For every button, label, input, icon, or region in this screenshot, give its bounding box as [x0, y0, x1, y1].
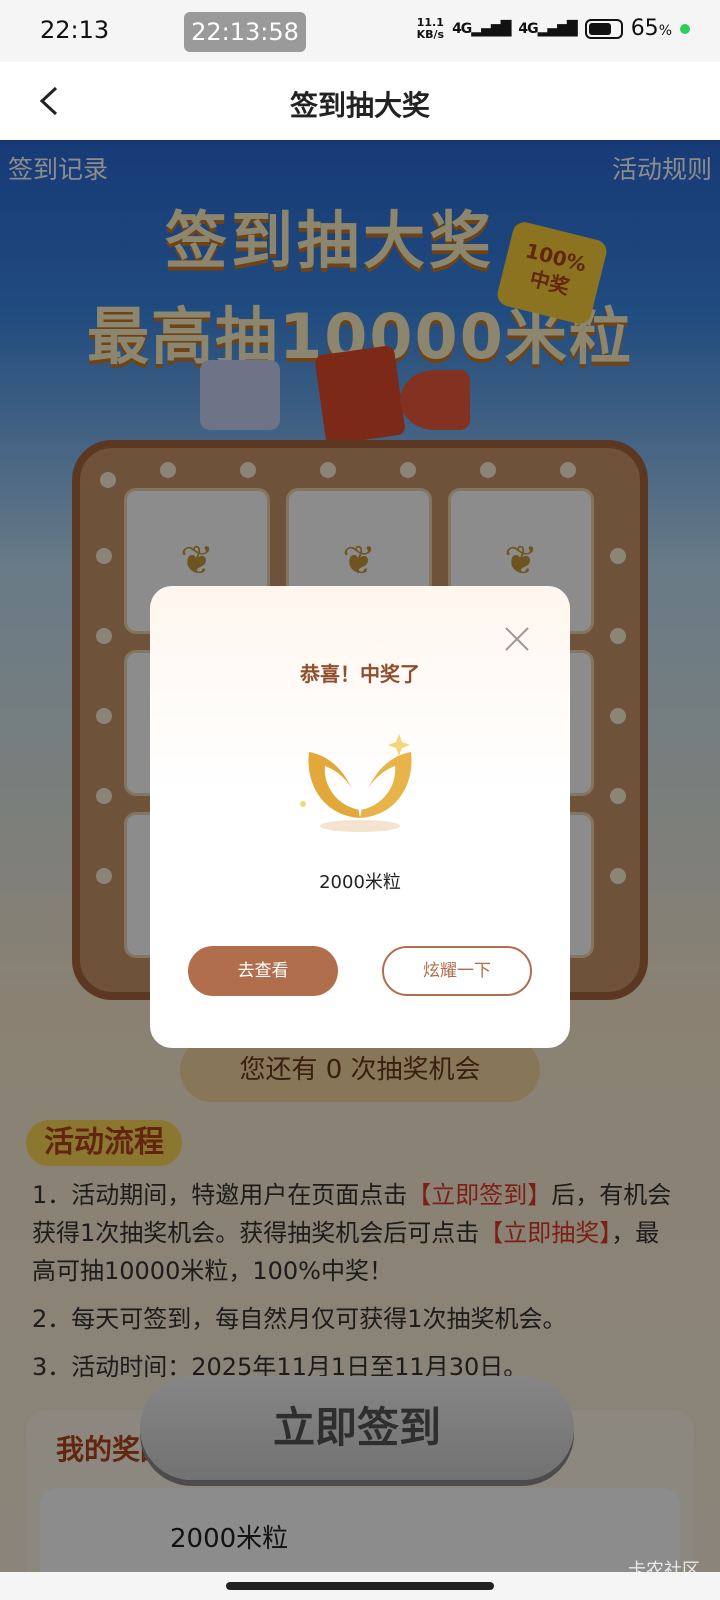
status-time: 22:13 — [40, 16, 110, 44]
battery-percent: 65% — [630, 16, 672, 41]
prize-amount: 2000米粒 — [319, 872, 401, 893]
home-indicator[interactable] — [226, 1582, 494, 1590]
signal-icon: 4G▂▄▆█ — [518, 20, 577, 37]
status-icons: 11.1 KB/s 4G▂▄▆█ 4G▂▄▆█ 65% — [417, 16, 690, 41]
net-speed-unit: KB/s — [416, 27, 445, 41]
title-bar: 签到抽大奖 — [0, 62, 720, 140]
status-bar: 22:13 22:13:58 11.1 KB/s 4G▂▄▆█ 4G▂▄▆█ 6… — [0, 0, 720, 62]
page-title: 签到抽大奖 — [289, 89, 430, 122]
system-nav-bar — [0, 1572, 720, 1600]
view-prize-button[interactable]: 去查看 — [188, 946, 338, 996]
screen-recording-timer[interactable]: 22:13:58 — [184, 12, 306, 52]
share-button[interactable]: 炫耀一下 — [382, 946, 532, 996]
prize-modal: 恭喜！中奖了 2000米粒 去查看 炫耀一下 — [150, 586, 570, 1048]
privacy-indicator-icon — [680, 23, 690, 34]
net-speed: 11.1 KB/s — [416, 15, 445, 41]
modal-title: 恭喜！中奖了 — [300, 662, 420, 686]
close-icon[interactable] — [504, 626, 530, 652]
net-speed-value: 11.1 — [416, 15, 444, 29]
signal-icon: 4G▂▄▆█ — [452, 20, 511, 37]
battery-icon — [584, 18, 623, 39]
rice-leaf-icon — [300, 734, 412, 832]
